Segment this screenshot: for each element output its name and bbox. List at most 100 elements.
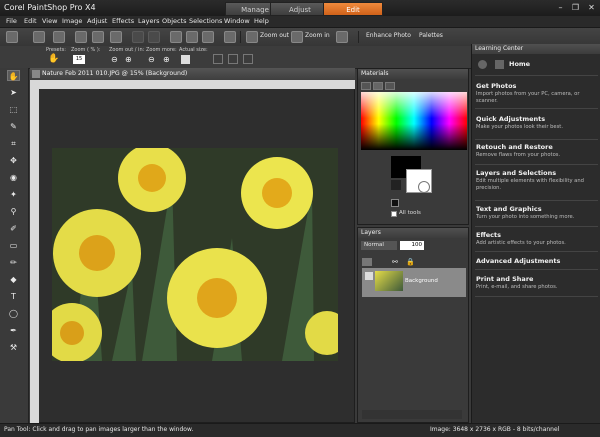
zoom-out-icon[interactable]	[246, 31, 258, 43]
swap-icon[interactable]	[391, 180, 401, 190]
layers-title: Layers	[358, 228, 468, 238]
reset-icon[interactable]	[391, 199, 399, 207]
pen-tool-icon[interactable]: ✒	[7, 325, 20, 336]
flower	[241, 157, 313, 229]
rainbow-tab-icon[interactable]	[373, 82, 383, 90]
transparent-icon[interactable]	[418, 181, 430, 193]
menu-effects[interactable]: Effects	[112, 16, 134, 27]
paint-tool-icon[interactable]: ✏	[7, 257, 20, 268]
learning-icon[interactable]	[224, 31, 236, 43]
text-tool-icon[interactable]: T	[7, 291, 20, 302]
image-canvas[interactable]	[52, 148, 338, 361]
rotate-left-icon[interactable]	[186, 31, 198, 43]
blend-mode-select[interactable]: Normal	[361, 241, 397, 250]
document-title-bar: Nature Feb 2011 010.JPG @ 15% (Backgroun…	[30, 68, 355, 80]
enhance-photo-menu[interactable]: Enhance Photo	[366, 32, 411, 39]
pan-tool-icon[interactable]: ✋	[7, 70, 20, 81]
frame-tab-icon[interactable]	[361, 82, 371, 90]
warp-tool-icon[interactable]: ⚒	[7, 342, 20, 353]
browse-icon[interactable]	[53, 31, 65, 43]
tab-edit[interactable]: Edit	[323, 2, 383, 16]
divider	[475, 75, 598, 76]
toggle-3-icon[interactable]	[243, 54, 253, 64]
new-raster-layer-icon[interactable]	[362, 258, 372, 266]
zoom-in-icon[interactable]	[291, 31, 303, 43]
color-spectrum[interactable]	[361, 92, 467, 150]
section-desc: Print, e-mail, and share photos.	[476, 284, 558, 290]
menu-selections[interactable]: Selections	[189, 16, 222, 27]
shape-tool-icon[interactable]: ◯	[7, 308, 20, 319]
section-title[interactable]: Advanced Adjustments	[476, 257, 560, 267]
move-tool-icon[interactable]: ✥	[7, 155, 20, 166]
menu-edit[interactable]: Edit	[24, 16, 37, 27]
selection-tool-icon[interactable]: ⬚	[7, 104, 20, 115]
swatches-tab-icon[interactable]	[385, 82, 395, 90]
zoom-more-in-icon[interactable]: ⊕	[163, 55, 170, 64]
zoom-in-small-icon[interactable]: ⊕	[125, 55, 132, 64]
save-icon[interactable]	[75, 31, 87, 43]
close-icon[interactable]: ✕	[585, 2, 598, 13]
visibility-icon[interactable]	[365, 272, 373, 280]
menu-layers[interactable]: Layers	[138, 16, 160, 27]
minimize-icon[interactable]: –	[554, 2, 567, 13]
opacity-input[interactable]: 100	[400, 241, 424, 250]
brush-tool-icon[interactable]: ✐	[7, 223, 20, 234]
menu-help[interactable]: Help	[254, 16, 269, 27]
divider	[475, 269, 598, 270]
divider	[475, 139, 598, 140]
crop-tool-icon[interactable]: ⌗	[7, 138, 20, 149]
materials-title: Materials	[358, 69, 468, 79]
title-bar: Corel PaintShop Pro X4 Manage Adjust Edi…	[0, 0, 600, 16]
zoom-percent-label: Zoom ( % ):	[71, 47, 101, 53]
fill-tool-icon[interactable]: ◆	[7, 274, 20, 285]
divider	[475, 226, 598, 227]
home-icon[interactable]	[495, 60, 504, 69]
zoom-out-button[interactable]: Zoom out	[260, 32, 289, 39]
pan-preset-icon[interactable]: ✋	[48, 54, 60, 64]
flower	[167, 248, 267, 348]
menu-image[interactable]: Image	[62, 16, 82, 27]
red-eye-tool-icon[interactable]: ◉	[7, 172, 20, 183]
menu-objects[interactable]: Objects	[162, 16, 187, 27]
zoom-more-out-icon[interactable]: ⊖	[148, 55, 155, 64]
eraser-tool-icon[interactable]: ▭	[7, 240, 20, 251]
pick-tool-icon[interactable]: ➤	[7, 87, 20, 98]
link-icon[interactable]: ⚯	[392, 258, 402, 266]
zoom-percent-input[interactable]: 15	[73, 55, 85, 64]
toggle-1-icon[interactable]	[213, 54, 223, 64]
toggle-2-icon[interactable]	[228, 54, 238, 64]
open-icon[interactable]	[33, 31, 45, 43]
divider	[475, 164, 598, 165]
undo-icon[interactable]	[132, 31, 144, 43]
save-as-icon[interactable]	[92, 31, 104, 43]
section-desc: Make your photos look their best.	[476, 124, 563, 130]
crop-icon[interactable]	[170, 31, 182, 43]
fit-icon[interactable]	[336, 31, 348, 43]
back-icon[interactable]	[478, 60, 487, 69]
home-label[interactable]: Home	[509, 60, 530, 68]
redo-icon[interactable]	[148, 31, 160, 43]
all-tools-checkbox[interactable]	[391, 211, 397, 217]
actual-size-label: Actual size:	[179, 47, 208, 53]
status-hint: Pan Tool: Click and drag to pan images l…	[4, 426, 194, 433]
layer-name[interactable]: Background	[405, 278, 438, 284]
menu-window[interactable]: Window	[224, 16, 250, 27]
clone-tool-icon[interactable]: ⚲	[7, 206, 20, 217]
print-icon[interactable]	[110, 31, 122, 43]
actual-size-icon[interactable]	[181, 55, 190, 64]
palettes-menu[interactable]: Palettes	[419, 32, 443, 39]
materials-palette: Materials All tools	[357, 68, 469, 225]
menu-adjust[interactable]: Adjust	[87, 16, 107, 27]
divider	[475, 296, 598, 297]
zoom-out-small-icon[interactable]: ⊖	[111, 55, 118, 64]
dropper-tool-icon[interactable]: ✎	[7, 121, 20, 132]
rotate-right-icon[interactable]	[202, 31, 214, 43]
menu-view[interactable]: View	[42, 16, 57, 27]
lock-icon[interactable]: 🔒	[406, 258, 416, 266]
menu-file[interactable]: File	[6, 16, 17, 27]
tab-adjust[interactable]: Adjust	[270, 2, 330, 16]
makeover-tool-icon[interactable]: ✦	[7, 189, 20, 200]
layer-row-background[interactable]: Background	[362, 268, 466, 297]
zoom-in-button[interactable]: Zoom in	[305, 32, 330, 39]
restore-icon[interactable]: ❐	[569, 2, 582, 13]
